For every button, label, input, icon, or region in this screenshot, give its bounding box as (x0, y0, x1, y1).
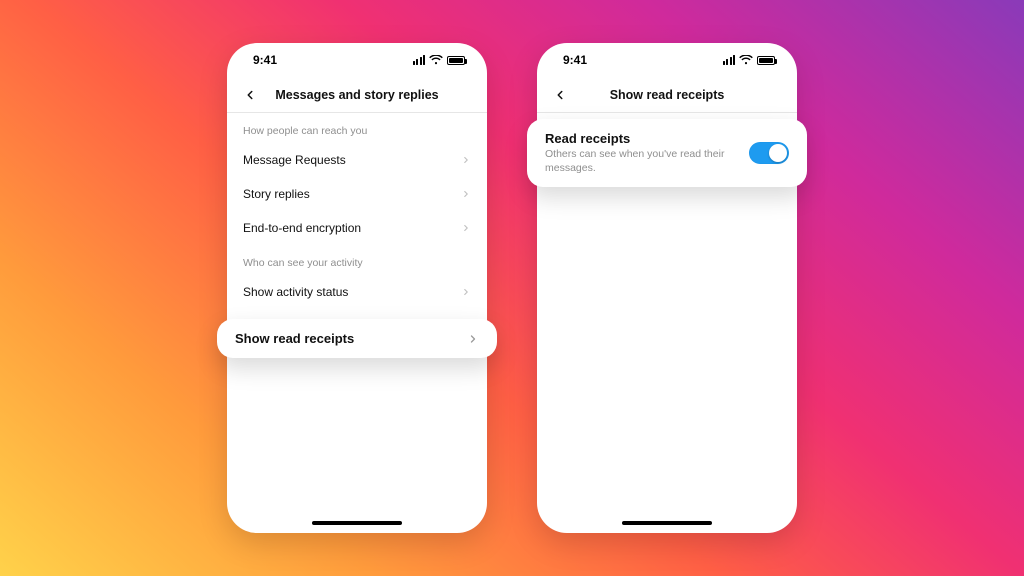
status-bar: 9:41 (227, 43, 487, 77)
row-label: Show read receipts (235, 331, 354, 346)
chevron-right-icon (461, 287, 471, 297)
row-label: Story replies (243, 187, 310, 201)
phone-messages-settings: 9:41 Messages and story replies How peop… (227, 43, 487, 533)
page-title: Messages and story replies (275, 88, 438, 102)
wifi-icon (429, 55, 443, 65)
chevron-left-icon (243, 88, 257, 102)
row-show-activity-status[interactable]: Show activity status (227, 275, 487, 309)
chevron-right-icon (461, 155, 471, 165)
battery-icon (447, 56, 465, 65)
battery-icon (757, 56, 775, 65)
section-header-activity: Who can see your activity (227, 245, 487, 275)
phone-read-receipts: 9:41 Show read receipts Read receipts Ot… (537, 43, 797, 533)
row-label: Message Requests (243, 153, 346, 167)
row-story-replies[interactable]: Story replies (227, 177, 487, 211)
wifi-icon (739, 55, 753, 65)
row-end-to-end-encryption[interactable]: End-to-end encryption (227, 211, 487, 245)
page-title: Show read receipts (610, 88, 725, 102)
row-label: End-to-end encryption (243, 221, 361, 235)
back-button[interactable] (551, 86, 569, 104)
status-bar: 9:41 (537, 43, 797, 77)
nav-bar: Messages and story replies (227, 77, 487, 113)
status-time: 9:41 (253, 53, 277, 67)
chevron-right-icon (461, 189, 471, 199)
row-show-read-receipts[interactable]: Show read receipts (217, 319, 497, 358)
back-button[interactable] (241, 86, 259, 104)
setting-description: Others can see when you've read their me… (545, 148, 725, 175)
toggle-knob (769, 144, 787, 162)
chevron-right-icon (461, 223, 471, 233)
section-header-reach: How people can reach you (227, 113, 487, 143)
status-indicators (413, 55, 466, 65)
highlight-callout: Show read receipts (217, 319, 497, 358)
cellular-icon (723, 55, 736, 65)
gradient-background: 9:41 Messages and story replies How peop… (0, 0, 1024, 576)
row-message-requests[interactable]: Message Requests (227, 143, 487, 177)
setting-title: Read receipts (545, 131, 725, 146)
status-indicators (723, 55, 776, 65)
read-receipts-card: Read receipts Others can see when you've… (527, 119, 807, 187)
status-time: 9:41 (563, 53, 587, 67)
home-indicator (622, 521, 712, 525)
home-indicator (312, 521, 402, 525)
chevron-left-icon (553, 88, 567, 102)
read-receipts-toggle[interactable] (749, 142, 789, 164)
nav-bar: Show read receipts (537, 77, 797, 113)
row-label: Show activity status (243, 285, 348, 299)
chevron-right-icon (467, 333, 479, 345)
cellular-icon (413, 55, 426, 65)
